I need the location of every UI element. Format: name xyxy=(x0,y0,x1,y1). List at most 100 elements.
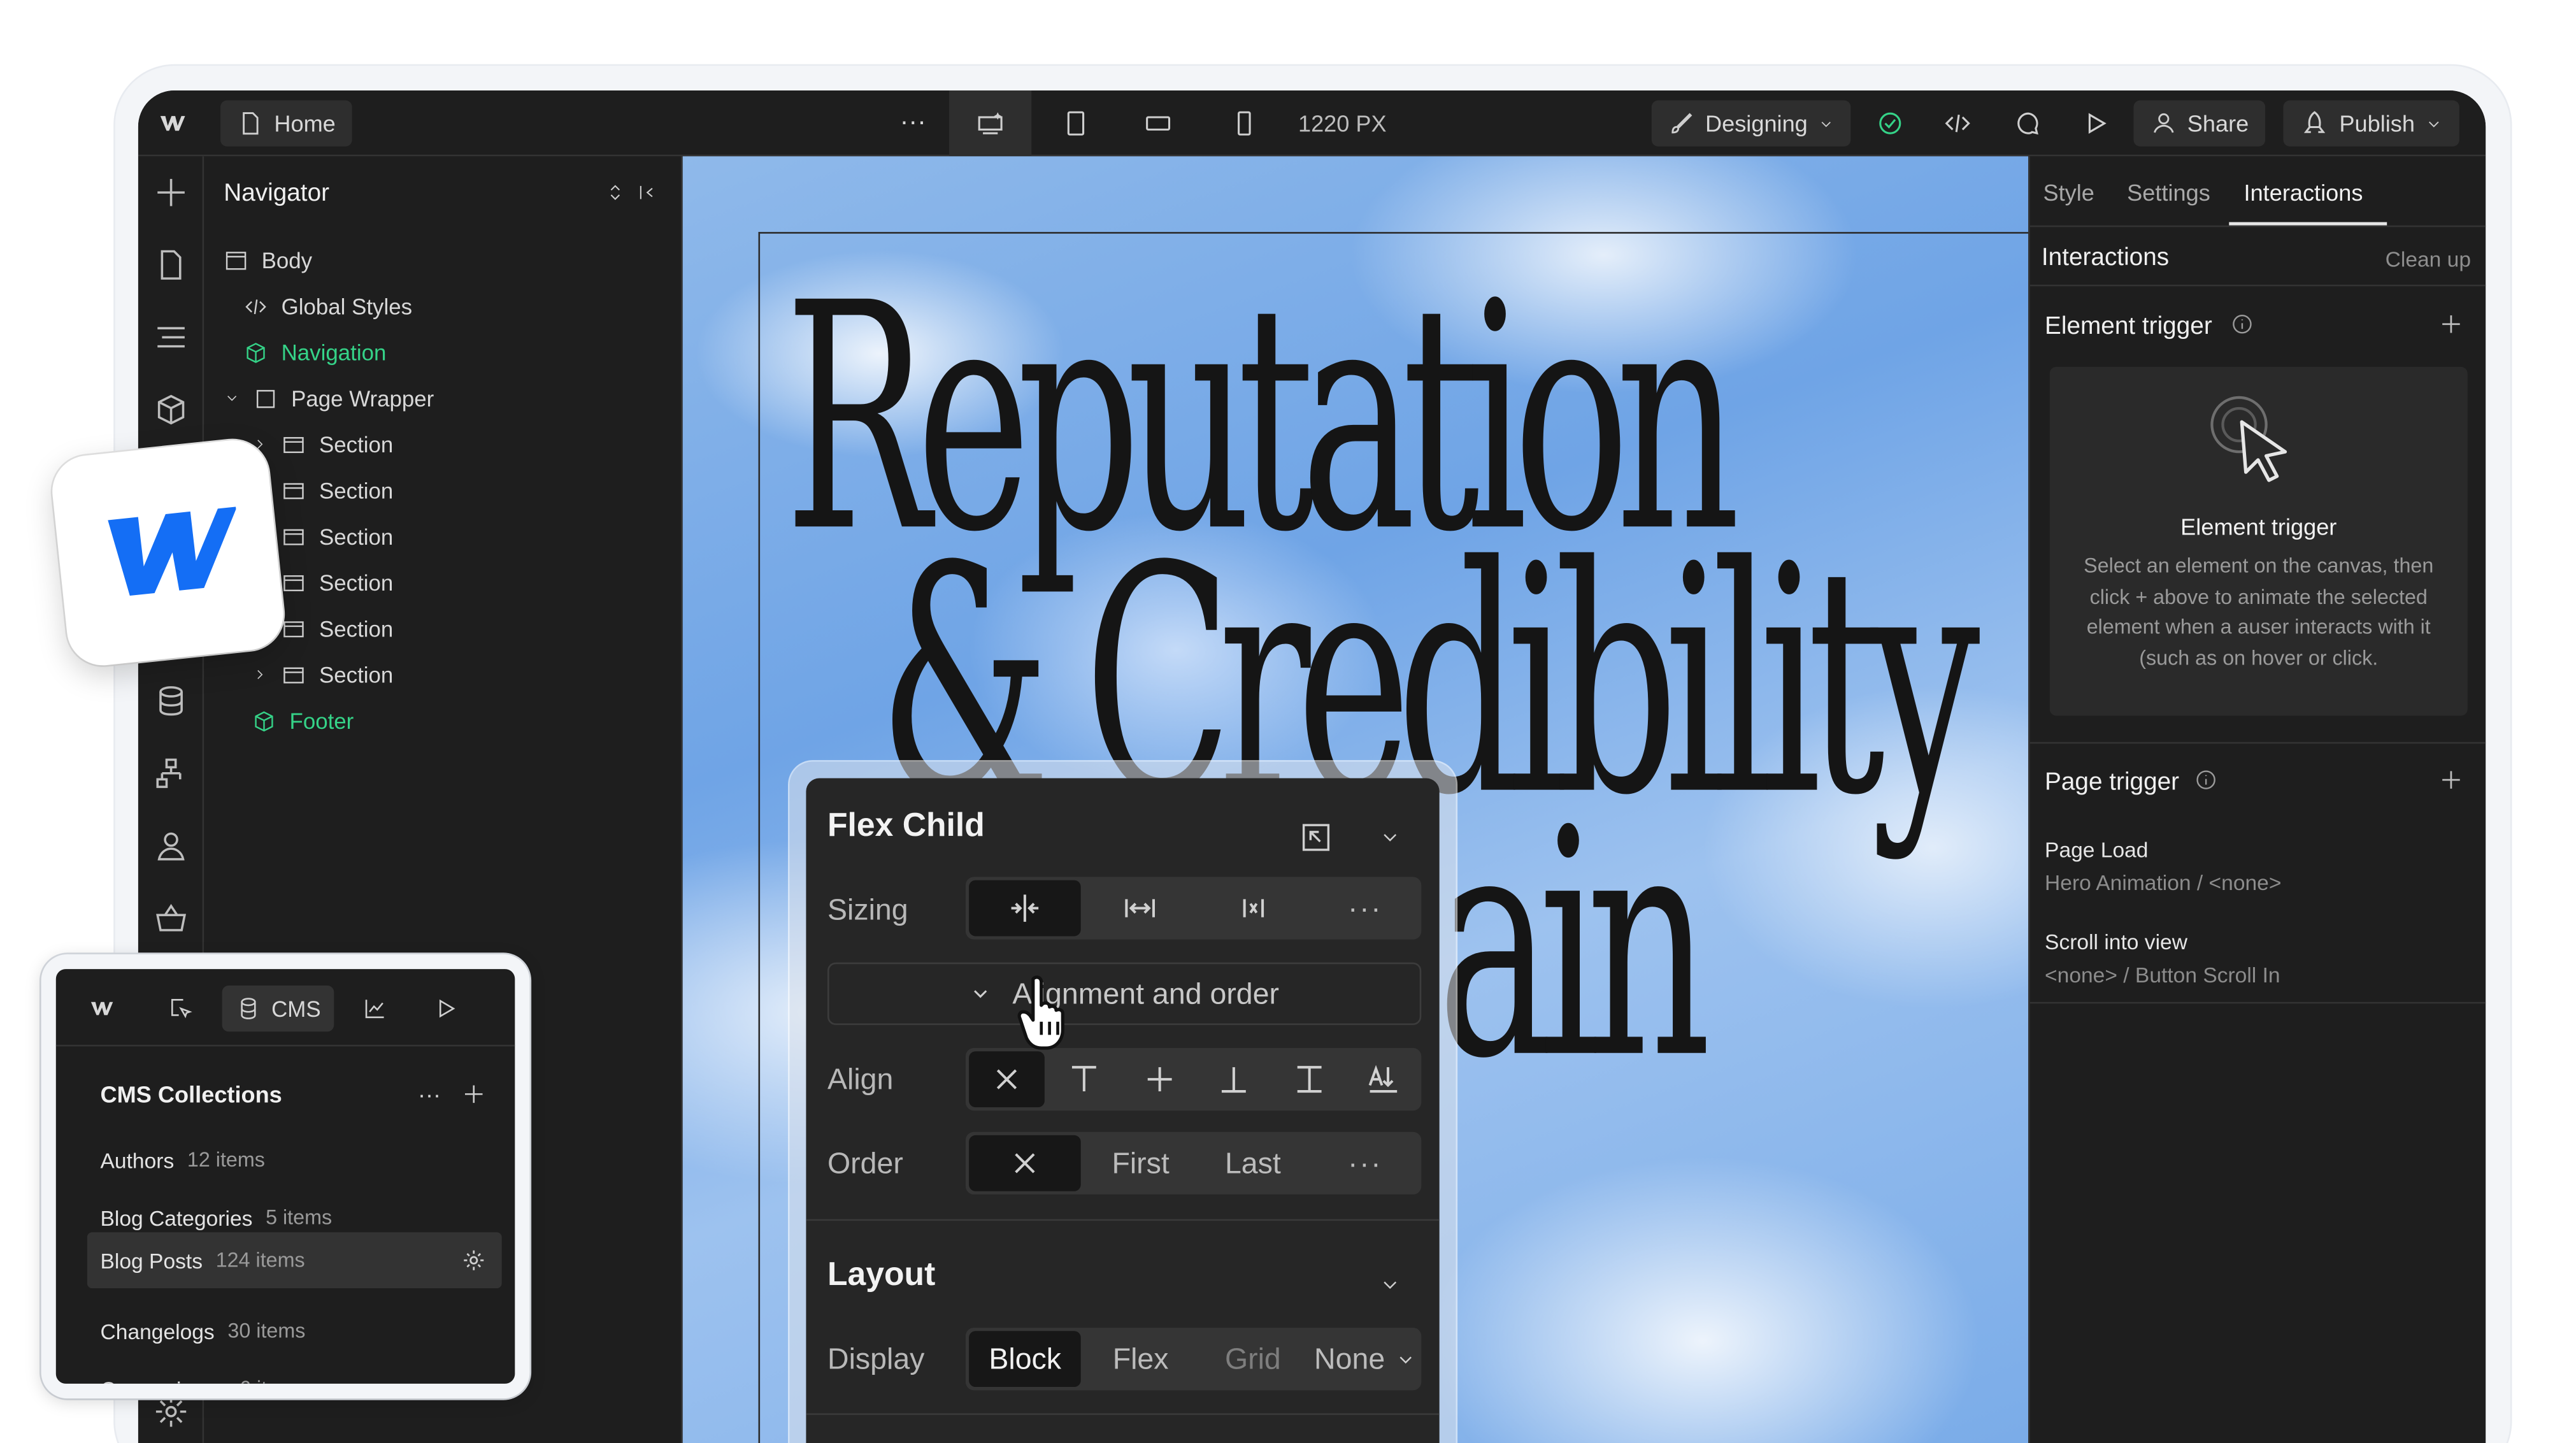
align-baseline-button[interactable] xyxy=(1347,1051,1422,1107)
align-stretch-icon xyxy=(1297,1066,1321,1093)
nav-item-body[interactable]: Body xyxy=(224,240,312,280)
align-baseline-icon xyxy=(1369,1065,1398,1093)
preview-play-icon[interactable] xyxy=(423,986,469,1031)
sizing-more-button[interactable]: ··· xyxy=(1309,880,1421,937)
tab-style[interactable]: Style xyxy=(2043,179,2094,205)
component-icon xyxy=(247,341,265,363)
navigator-icon[interactable] xyxy=(153,319,189,355)
display-flex-button[interactable]: Flex xyxy=(1085,1331,1197,1387)
info-icon[interactable] xyxy=(2193,766,2219,793)
nav-item-section[interactable]: Section xyxy=(252,655,393,694)
nav-item-page-wrapper[interactable]: Page Wrapper xyxy=(224,378,434,418)
pin-panel-icon[interactable] xyxy=(635,176,658,209)
nav-item-section[interactable]: Section xyxy=(252,471,393,510)
publish-button[interactable]: Publish xyxy=(2283,100,2459,147)
share-button[interactable]: Share xyxy=(2133,100,2266,147)
check-status-icon[interactable] xyxy=(1870,101,1910,147)
nav-item-footer[interactable]: Footer xyxy=(252,701,354,740)
add-collection-button[interactable] xyxy=(455,1071,492,1117)
select-cursor-icon[interactable] xyxy=(158,986,204,1031)
align-bottom-icon xyxy=(1222,1067,1247,1093)
cms-collection-row[interactable]: Comparisons 6 items xyxy=(87,1361,502,1384)
nav-item-global-styles[interactable]: Global Styles xyxy=(243,286,412,326)
display-grid-button[interactable]: Grid xyxy=(1197,1331,1309,1387)
cms-database-icon[interactable] xyxy=(153,683,189,719)
align-start-button[interactable] xyxy=(1047,1051,1122,1107)
interactions-heading: Interactions xyxy=(2041,243,2170,272)
align-auto-button[interactable] xyxy=(969,1051,1044,1108)
order-none-button[interactable] xyxy=(969,1135,1082,1191)
clean-up-button[interactable]: Clean up xyxy=(2386,247,2471,271)
toolbar-divider xyxy=(55,1044,515,1047)
no-resize-icon xyxy=(1242,899,1264,917)
info-icon[interactable] xyxy=(2229,311,2255,337)
align-stretch-button[interactable] xyxy=(1271,1051,1347,1107)
page-load-title[interactable]: Page Load xyxy=(2045,837,2148,862)
webflow-logo-icon xyxy=(108,506,238,596)
more-icon[interactable]: ··· xyxy=(889,101,938,147)
webflow-logo-icon[interactable] xyxy=(152,101,194,147)
sizing-segmented-control: ··· xyxy=(965,877,1422,940)
display-none-dropdown[interactable]: None xyxy=(1309,1331,1421,1387)
mobile-portrait-icon xyxy=(1238,111,1251,136)
settings-gear-icon[interactable] xyxy=(461,1247,487,1274)
cms-collection-row[interactable]: Changelogs 30 items xyxy=(87,1303,502,1359)
tab-settings[interactable]: Settings xyxy=(2127,179,2210,205)
mode-dropdown[interactable]: Designing xyxy=(1651,100,1851,147)
display-block-button[interactable]: Block xyxy=(969,1331,1082,1388)
chevron-down-icon[interactable] xyxy=(1373,1268,1406,1302)
add-page-trigger-button[interactable] xyxy=(2435,763,2468,796)
preview-play-icon[interactable] xyxy=(2076,101,2115,147)
nav-item-navigation[interactable]: Navigation xyxy=(243,333,386,372)
desktop-breakpoint-button[interactable] xyxy=(949,90,1032,157)
cms-collection-row[interactable]: Authors 12 items xyxy=(87,1132,502,1188)
mobile-landscape-icon xyxy=(1146,116,1171,131)
components-icon[interactable] xyxy=(153,392,189,428)
users-icon[interactable] xyxy=(153,828,189,864)
cms-tab[interactable]: CMS xyxy=(222,985,334,1032)
hand-pointer-cursor-icon xyxy=(1017,975,1064,1050)
display-segmented-control: Block Flex Grid None xyxy=(965,1328,1422,1391)
section-divider xyxy=(2029,742,2486,744)
align-end-button[interactable] xyxy=(1197,1051,1272,1107)
order-last-button[interactable]: Last xyxy=(1197,1135,1309,1191)
alignment-order-toggle[interactable]: Alignment and order xyxy=(827,962,1422,1025)
settings-gear-icon[interactable] xyxy=(153,1393,189,1430)
sizing-none-button[interactable] xyxy=(1197,880,1309,937)
ecommerce-basket-icon[interactable] xyxy=(153,900,189,937)
page-selector-button[interactable]: Home xyxy=(220,100,352,147)
page-trigger-heading: Page trigger xyxy=(2045,768,2180,796)
canvas-width-readout: 1220 PX xyxy=(1298,110,1387,137)
scroll-into-view-title[interactable]: Scroll into view xyxy=(2045,930,2187,954)
code-icon[interactable] xyxy=(1938,101,1977,147)
section-icon xyxy=(283,482,304,499)
webflow-logo-icon[interactable] xyxy=(79,986,125,1031)
tablet-breakpoint-button[interactable] xyxy=(1053,101,1099,147)
analytics-chart-icon[interactable] xyxy=(352,986,398,1031)
mobile-landscape-button[interactable] xyxy=(1135,101,1181,147)
align-center-button[interactable] xyxy=(1122,1051,1197,1107)
more-icon[interactable]: ··· xyxy=(411,1071,448,1117)
order-more-button[interactable]: ··· xyxy=(1309,1135,1421,1191)
rocket-icon xyxy=(2304,111,2326,133)
webflow-logo-badge xyxy=(48,436,287,669)
add-icon[interactable] xyxy=(153,175,189,211)
sizing-shrink-button[interactable] xyxy=(969,880,1082,937)
comment-icon[interactable] xyxy=(2008,101,2048,147)
chevron-down-icon[interactable] xyxy=(1373,821,1406,854)
order-first-button[interactable]: First xyxy=(1085,1135,1197,1191)
cms-collection-row-selected[interactable]: Blog Posts 124 items xyxy=(87,1232,502,1289)
chevron-down-icon xyxy=(227,396,237,401)
sizing-grow-button[interactable] xyxy=(1085,880,1197,937)
pop-out-icon[interactable] xyxy=(1296,818,1336,858)
expand-collapse-icon[interactable] xyxy=(604,176,627,209)
tablet-icon xyxy=(1067,111,1085,136)
nav-item-section[interactable]: Section xyxy=(252,424,393,464)
tab-interactions[interactable]: Interactions xyxy=(2244,179,2363,205)
pages-icon[interactable] xyxy=(153,247,189,283)
chevron-right-icon xyxy=(257,670,263,679)
section-divider xyxy=(2029,1001,2486,1004)
mobile-portrait-button[interactable] xyxy=(1220,101,1266,147)
logic-flow-icon[interactable] xyxy=(153,755,189,791)
add-element-trigger-button[interactable] xyxy=(2435,308,2468,341)
